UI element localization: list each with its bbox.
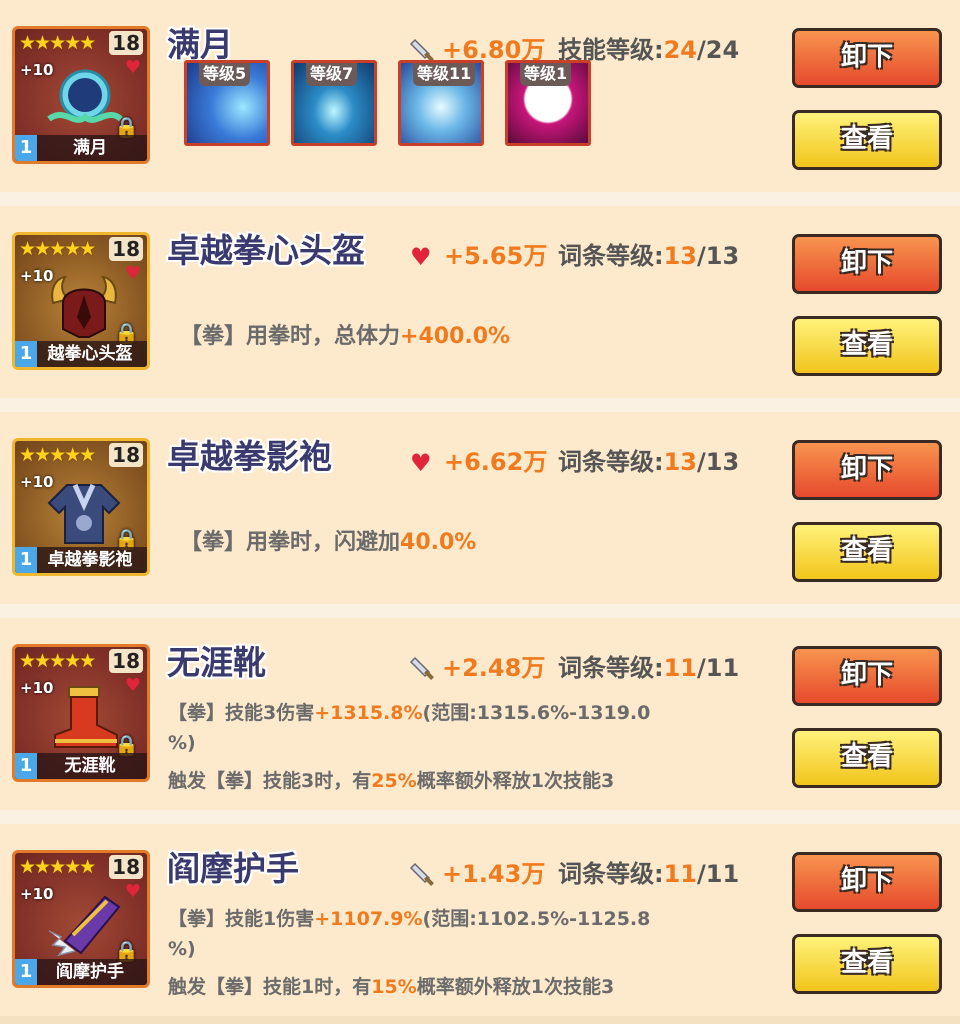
affix-level: 词条等级:11/11 [558, 860, 740, 888]
skill-slot-4[interactable]: 等级1 [505, 60, 591, 146]
item-icon-helmet[interactable]: ★★★★★ 18 +10 ♥ 🔒 1 越拳心头盔 [12, 232, 150, 370]
view-button[interactable]: 查看 [792, 728, 942, 788]
view-button[interactable]: 查看 [792, 316, 942, 376]
item-icon-boots[interactable]: ★★★★★ 18 +10 ♥ 🔒 1 无涯靴 [12, 644, 150, 782]
item-level: 18 [109, 31, 143, 55]
item-name: 卓越拳影袍 [167, 437, 332, 476]
item-name: 无涯靴 [167, 643, 266, 682]
view-button[interactable]: 查看 [792, 522, 942, 582]
skill-slot-3[interactable]: 等级11 [398, 60, 484, 146]
equipment-card-gauntlet: ★★★★★ 18 +10 ♥ 🔒 1 阎摩护手 阎摩护手 +1.43万 词条等级… [0, 824, 960, 1016]
boot-icon [54, 686, 118, 748]
unload-button[interactable]: 卸下 [792, 440, 942, 500]
robe-icon [47, 483, 121, 544]
item-level: 18 [109, 443, 143, 467]
skill-level-tag: 等级5 [199, 63, 251, 86]
item-name: 满月 [167, 25, 233, 64]
unload-button[interactable]: 卸下 [792, 852, 942, 912]
affix-level: 词条等级:13/13 [558, 448, 740, 476]
heart-icon: ♥ [124, 881, 141, 902]
heart-icon: ♥ [124, 263, 141, 284]
slot-badge: 1 [15, 135, 37, 161]
item-level: 18 [109, 237, 143, 261]
divider [0, 398, 960, 412]
affix-description: 【拳】用拳时，总体力+400.0% [180, 324, 511, 349]
unload-button[interactable]: 卸下 [792, 234, 942, 294]
unload-button[interactable]: 卸下 [792, 646, 942, 706]
affix-line-3: 触发【拳】技能1时，有15%概率额外释放1次技能3 [168, 976, 615, 998]
divider [0, 604, 960, 618]
equipment-card-robe: ★★★★★ 18 +10 🔒 1 卓越拳影袍 卓越拳影袍 ♥ +6.62万 词条等… [0, 412, 960, 604]
equipment-card-boots: ★★★★★ 18 +10 ♥ 🔒 1 无涯靴 无涯靴 +2.48万 词条等级:1… [0, 618, 960, 810]
skill-level-tag: 等级11 [413, 63, 476, 86]
sword-icon [409, 862, 434, 886]
unload-button[interactable]: 卸下 [792, 28, 942, 88]
skill-slot-1[interactable]: 等级5 [184, 60, 270, 146]
affix-line-3: 触发【拳】技能3时，有25%概率额外释放1次技能3 [168, 770, 615, 792]
star-rating: ★★★★★ [19, 238, 96, 260]
divider [0, 192, 960, 206]
skill-level-tag: 等级7 [306, 63, 358, 86]
affix-level: 词条等级:11/11 [558, 654, 740, 682]
equipment-card-full-moon: ★★★★★ 18 +10 ♥ 🔒 1 满月 满月 +6.80万 技能等级:24/… [0, 0, 960, 192]
item-name: 阎摩护手 [167, 849, 299, 888]
skill-level-tag: 等级1 [520, 63, 572, 86]
heart-icon: ♥ [410, 449, 432, 477]
heart-icon: ♥ [124, 675, 141, 696]
sword-icon [409, 656, 434, 680]
power-value: +1.43万 [408, 854, 545, 889]
horned-helmet-icon [51, 275, 117, 338]
gauntlet-icon [48, 895, 121, 957]
item-icon-robe[interactable]: ★★★★★ 18 +10 🔒 1 卓越拳影袍 [12, 438, 150, 576]
star-rating: ★★★★★ [19, 444, 96, 466]
moon-amulet-icon [47, 69, 123, 123]
item-name: 卓越拳心头盔 [167, 231, 365, 270]
power-value: ♥ +5.65万 [410, 242, 548, 271]
item-icon-full-moon[interactable]: ★★★★★ 18 +10 ♥ 🔒 1 满月 [12, 26, 150, 164]
slot-badge: 1 [15, 547, 37, 573]
heart-icon: ♥ [124, 57, 141, 78]
item-level: 18 [109, 855, 143, 879]
affix-line-1: 【拳】技能1伤害+1107.9%(范围:1102.5%-1125.8 [168, 908, 651, 930]
power-value: ♥ +6.62万 [410, 448, 548, 477]
equipment-card-helmet: ★★★★★ 18 +10 ♥ 🔒 1 越拳心头盔 卓越拳心头盔 ♥ +5.65万 … [0, 206, 960, 398]
view-button[interactable]: 查看 [792, 934, 942, 994]
affix-line-2: %) [168, 938, 196, 960]
divider [0, 810, 960, 824]
affix-line-1: 【拳】技能3伤害+1315.8%(范围:1315.6%-1319.0 [168, 702, 651, 724]
skill-slot-2[interactable]: 等级7 [291, 60, 377, 146]
slot-badge: 1 [15, 753, 37, 779]
affix-description: 【拳】用拳时，闪避加40.0% [180, 530, 477, 555]
heart-icon: ♥ [410, 243, 432, 271]
item-level: 18 [109, 649, 143, 673]
slot-badge: 1 [15, 341, 37, 367]
affix-level: 词条等级:13/13 [558, 242, 740, 270]
power-value: +2.48万 [408, 648, 545, 683]
slot-badge: 1 [15, 959, 37, 985]
affix-line-2: %) [168, 732, 196, 754]
star-rating: ★★★★★ [19, 856, 96, 878]
star-rating: ★★★★★ [19, 32, 96, 54]
item-icon-gauntlet[interactable]: ★★★★★ 18 +10 ♥ 🔒 1 阎摩护手 [12, 850, 150, 988]
star-rating: ★★★★★ [19, 650, 96, 672]
view-button[interactable]: 查看 [792, 110, 942, 170]
